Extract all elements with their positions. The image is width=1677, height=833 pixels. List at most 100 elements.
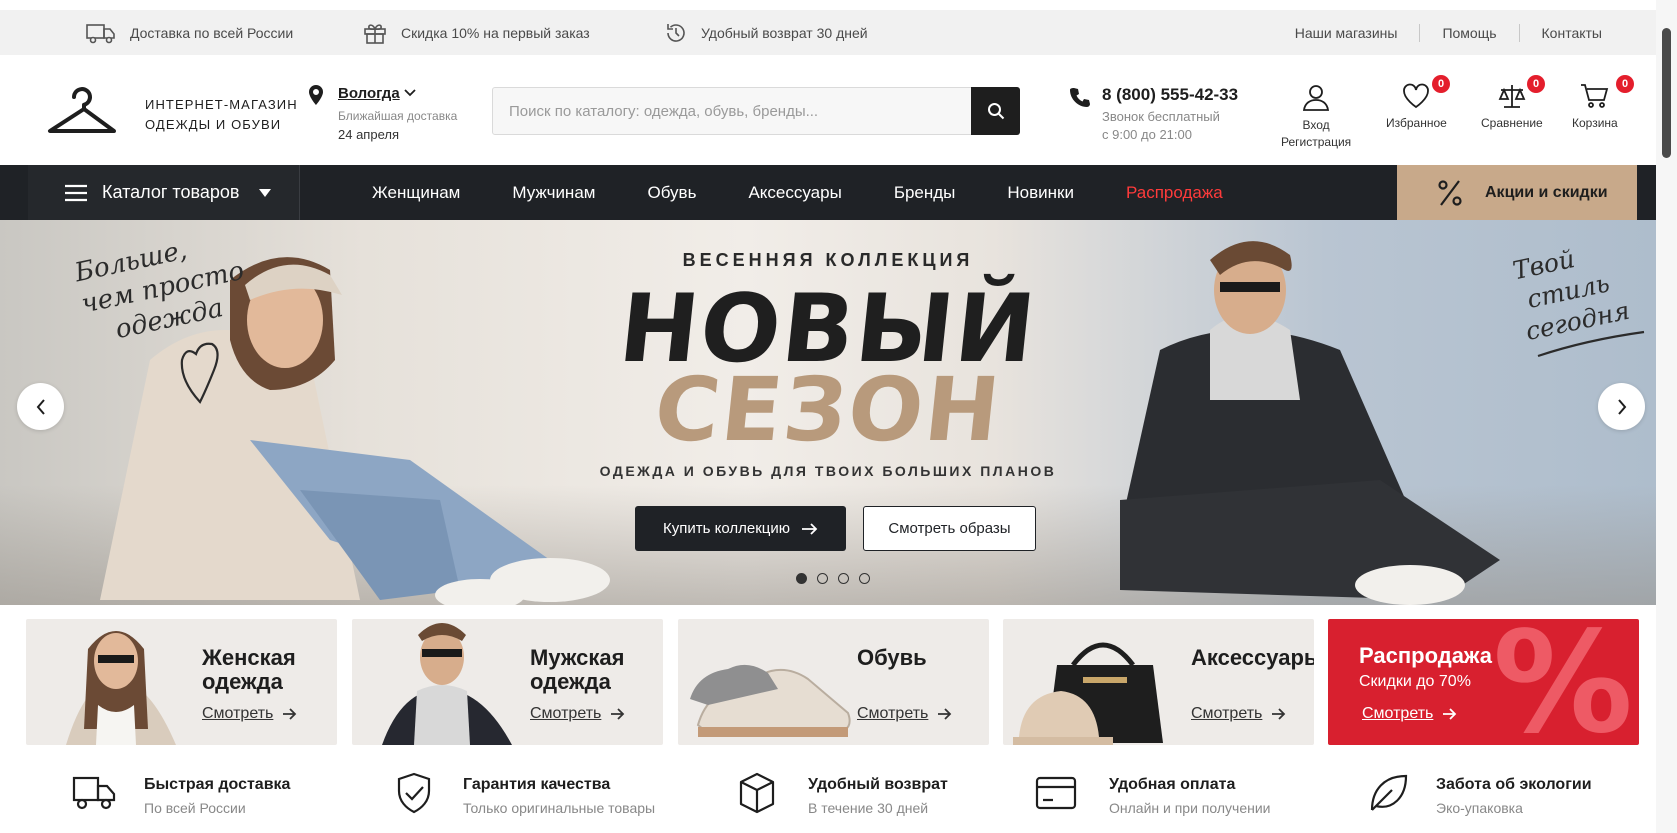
slider-next-button[interactable] <box>1598 383 1645 430</box>
category-card-women[interactable]: Женская одежда Смотреть <box>26 619 337 745</box>
card-icon <box>1035 776 1077 810</box>
card-title-line1: Женская <box>202 645 296 670</box>
city-delivery-label: Ближайшая доставка <box>338 109 458 123</box>
shield-check-icon <box>395 772 433 814</box>
nav-links: Женщинам Мужчинам Обувь Аксессуары Бренд… <box>372 165 1275 220</box>
buy-collection-button[interactable]: Купить коллекцию <box>635 506 846 551</box>
card-view-link[interactable]: Смотреть <box>530 705 625 723</box>
nav-shoes[interactable]: Обувь <box>647 183 696 203</box>
hamburger-icon <box>64 183 88 203</box>
search-button[interactable] <box>971 87 1020 135</box>
compare-button[interactable]: 0 Сравнение <box>1481 75 1545 132</box>
phone-free-label: Звонок бесплатный <box>1102 109 1220 124</box>
women-clothing-image <box>66 631 176 745</box>
link-stores[interactable]: Наши магазины <box>1273 25 1420 41</box>
truck-icon <box>86 22 116 44</box>
category-card-sale[interactable]: % Распродажа Скидки до 70% Смотреть <box>1328 619 1639 745</box>
cart-icon <box>1580 83 1610 109</box>
topbar-links: Наши магазины Помощь Контакты <box>1273 23 1624 42</box>
link-help[interactable]: Помощь <box>1420 25 1518 41</box>
feature-subtitle: Онлайн и при получении <box>1109 800 1271 816</box>
card-view-link[interactable]: Смотреть <box>857 705 952 723</box>
card-view-link[interactable]: Смотреть <box>1191 705 1286 723</box>
compare-label: Сравнение <box>1481 116 1543 130</box>
history-icon <box>665 22 687 44</box>
nav-brands[interactable]: Бренды <box>894 183 956 203</box>
arrow-right-icon <box>801 522 818 535</box>
compare-count-badge: 0 <box>1527 75 1545 93</box>
nav-new[interactable]: Новинки <box>1007 183 1074 203</box>
logo-line1: ИНТЕРНЕТ-МАГАЗИН <box>145 97 298 112</box>
feature-subtitle: Только оригинальные товары <box>463 800 656 816</box>
slider-dot-4[interactable] <box>859 573 870 584</box>
register-label[interactable]: Регистрация <box>1281 134 1351 151</box>
search-input[interactable] <box>493 88 971 134</box>
topbar-returns-text: Удобный возврат 30 дней <box>701 24 868 41</box>
category-card-shoes[interactable]: Обувь Смотреть <box>678 619 989 745</box>
shoes-image <box>690 664 851 737</box>
card-view-link[interactable]: Смотреть <box>1362 705 1457 723</box>
phone-number[interactable]: 8 (800) 555-42-33 <box>1102 85 1242 105</box>
chevron-left-icon <box>36 398 46 415</box>
account-button[interactable]: Вход Регистрация <box>1281 83 1351 151</box>
percent-icon <box>1437 179 1463 207</box>
view-looks-label: Смотреть образы <box>888 520 1011 537</box>
page-scrollbar[interactable] <box>1656 0 1677 833</box>
favorites-label: Избранное <box>1386 116 1447 130</box>
card-title-line2: одежда <box>202 669 283 694</box>
percent-graphic: % <box>1492 619 1633 745</box>
top-strip <box>0 0 1656 10</box>
slider-dot-1[interactable] <box>796 573 807 584</box>
scales-icon <box>1498 83 1526 109</box>
catalog-button[interactable]: Каталог товаров <box>28 165 300 220</box>
slider-dot-3[interactable] <box>838 573 849 584</box>
search-box <box>492 87 1020 135</box>
user-icon <box>1302 83 1330 111</box>
feature-subtitle: По всей России <box>144 800 246 816</box>
location-pin-icon <box>308 85 324 105</box>
nav-men[interactable]: Мужчинам <box>512 183 595 203</box>
cart-count-badge: 0 <box>1616 75 1634 93</box>
nav-sale[interactable]: Распродажа <box>1126 183 1223 203</box>
phone-hours: с 9:00 до 21:00 <box>1102 127 1192 142</box>
category-card-men[interactable]: Мужская одежда Смотреть <box>352 619 663 745</box>
category-card-accessories[interactable]: Аксессуары Смотреть <box>1003 619 1314 745</box>
nav-accessories[interactable]: Аксессуары <box>748 183 841 203</box>
buy-collection-label: Купить коллекцию <box>663 520 790 537</box>
login-label[interactable]: Вход <box>1281 117 1351 134</box>
card-view-link[interactable]: Смотреть <box>202 705 297 723</box>
logo-text[interactable]: ИНТЕРНЕТ-МАГАЗИН ОДЕЖДЫ И ОБУВИ <box>145 95 298 135</box>
favorites-button[interactable]: 0 Избранное <box>1386 75 1450 132</box>
arrow-right-icon <box>283 708 297 720</box>
search-icon <box>987 102 1005 120</box>
cart-button[interactable]: 0 Корзина <box>1572 75 1634 132</box>
features-bar: Быстрая доставка По всей России Гарантия… <box>0 770 1656 825</box>
view-looks-button[interactable]: Смотреть образы <box>863 506 1036 551</box>
feature-subtitle: Эко-упаковка <box>1436 800 1523 816</box>
catalog-label: Каталог товаров <box>102 182 240 202</box>
logo-line2: ОДЕЖДЫ И ОБУВИ <box>145 117 282 132</box>
slider-prev-button[interactable] <box>17 383 64 430</box>
favorites-count-badge: 0 <box>1432 75 1450 93</box>
slider-dot-2[interactable] <box>817 573 828 584</box>
hero-banner: Больше, чем просто одежда Твой стиль сег… <box>0 220 1656 605</box>
link-contacts[interactable]: Контакты <box>1520 25 1624 41</box>
card-title-line1: Обувь <box>857 645 927 670</box>
slider-dots <box>796 573 870 584</box>
arrow-right-icon <box>938 708 952 720</box>
hanger-logo-icon[interactable] <box>46 85 118 137</box>
scrollbar-thumb[interactable] <box>1662 28 1671 158</box>
promo-button[interactable]: Акции и скидки <box>1397 165 1637 220</box>
nav-women[interactable]: Женщинам <box>372 183 460 203</box>
header: ИНТЕРНЕТ-МАГАЗИН ОДЕЖДЫ И ОБУВИ Вологда … <box>0 55 1656 165</box>
promo-label: Акции и скидки <box>1485 183 1608 201</box>
city-delivery-date: 24 апреля <box>338 127 399 142</box>
card-view-label: Смотреть <box>1362 705 1434 722</box>
city-name[interactable]: Вологда <box>338 85 400 102</box>
chevron-right-icon <box>1617 398 1627 415</box>
card-view-label: Смотреть <box>202 705 274 722</box>
sale-card-subtitle: Скидки до 70% <box>1359 673 1471 690</box>
feature-subtitle: В течение 30 дней <box>808 800 929 816</box>
arrow-right-icon <box>1272 708 1286 720</box>
chevron-down-icon <box>404 89 416 97</box>
